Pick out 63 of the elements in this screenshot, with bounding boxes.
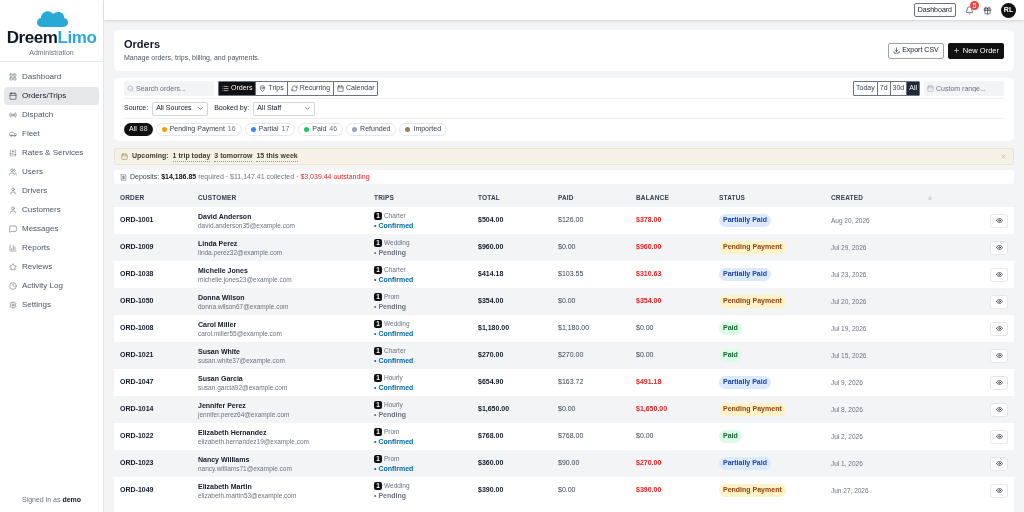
user-icon [9,187,17,195]
nav-item[interactable]: Rates & Services [4,144,99,162]
download-icon [893,47,901,54]
nav-item[interactable]: Settings [4,296,99,314]
cloud-logo-icon [34,8,69,28]
view-button[interactable] [990,267,1008,282]
eye-icon [995,271,1003,278]
eye-icon [995,487,1003,494]
brand-name: DreemLimo [6,28,97,48]
settings-icon [9,301,17,309]
refresh-icon [290,84,298,92]
nav-item[interactable]: Dashboard [4,68,99,86]
nav-item[interactable]: Reports [4,239,99,257]
map-pin-icon [259,84,267,92]
gift-icon[interactable] [983,5,992,15]
message-icon [9,225,17,233]
view-button[interactable] [990,483,1008,498]
eye-icon [995,217,1003,224]
calendar-icon [337,84,345,92]
receipt-icon [120,173,127,181]
user-icon [9,206,17,214]
clock-icon [9,282,17,290]
view-button[interactable] [990,456,1008,471]
calendar-icon [9,92,17,100]
page-title: Orders [124,37,162,51]
grid-icon [9,73,17,81]
nav-item[interactable]: Reviews [4,258,99,276]
view-button[interactable] [990,213,1008,228]
view-button[interactable] [990,348,1008,363]
car-icon [9,130,17,138]
nav-item[interactable]: Activity Log [4,277,99,295]
eye-icon [995,433,1003,440]
eye-icon [995,379,1003,386]
bar-chart-icon [9,244,17,252]
users-icon [9,168,17,176]
nav-item[interactable]: Drivers [4,182,99,200]
nav-item[interactable]: Fleet [4,125,99,143]
radio-icon [9,111,17,119]
sliders-icon [9,149,17,157]
nav-item[interactable]: Messages [4,220,99,238]
eye-icon [995,406,1003,413]
eye-icon [995,244,1003,251]
chevron-down-icon [197,105,205,112]
view-button[interactable] [990,240,1008,255]
view-button[interactable] [990,402,1008,417]
chevron-down-icon [304,105,312,112]
notification-icon[interactable] [965,5,974,15]
list-icon [222,84,229,92]
view-button[interactable] [990,294,1008,309]
nav-item[interactable]: Dispatch [4,106,99,124]
view-button[interactable] [990,429,1008,444]
nav-item[interactable]: Orders/Trips [4,87,99,105]
view-button[interactable] [990,375,1008,390]
eye-icon [995,460,1003,467]
star-icon [9,263,17,271]
nav-item[interactable]: Customers [4,201,99,219]
nav-item[interactable]: Users [4,163,99,181]
plus-icon [952,47,960,54]
calendar-icon [121,153,128,160]
eye-icon [995,298,1003,305]
view-button[interactable] [990,321,1008,336]
eye-icon [995,325,1003,332]
eye-icon [995,352,1003,359]
